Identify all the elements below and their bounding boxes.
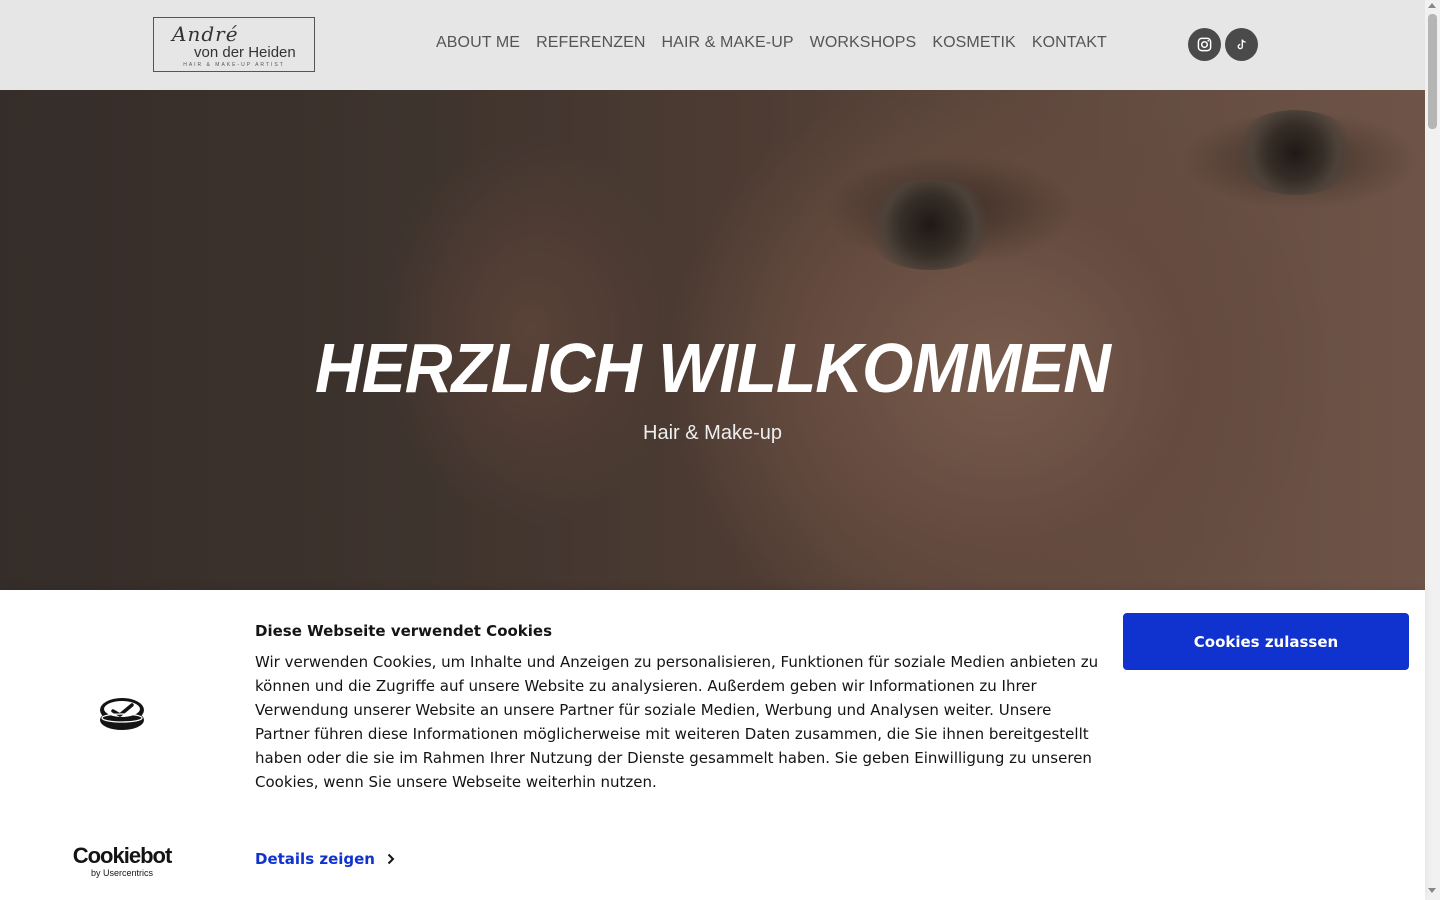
nav-item-kosmetik[interactable]: KOSMETIK xyxy=(932,34,1015,52)
cookiebot-brand-sub: by Usercentrics xyxy=(90,868,153,878)
scroll-down-arrow-icon[interactable] xyxy=(1428,888,1436,893)
nav-item-kontakt[interactable]: KONTAKT xyxy=(1032,34,1107,52)
details-label: Details zeigen xyxy=(255,850,375,868)
page-scrollbar[interactable] xyxy=(1425,0,1440,900)
cookiebot-brand: Cookiebot by Usercentrics xyxy=(70,843,174,879)
tiktok-link[interactable] xyxy=(1225,28,1258,61)
scroll-thumb[interactable] xyxy=(1428,14,1437,129)
nav-item-hair-makeup[interactable]: HAIR & MAKE-UP xyxy=(662,34,794,52)
cookiebot-brand-name: Cookiebot xyxy=(72,843,173,868)
logo-script-text: André xyxy=(172,22,239,46)
allow-cookies-button[interactable]: Cookies zulassen xyxy=(1123,613,1409,670)
instagram-link[interactable] xyxy=(1188,28,1221,61)
logo-tagline: HAIR & MAKE-UP ARTIST xyxy=(183,62,285,68)
site-header: André von der Heiden HAIR & MAKE-UP ARTI… xyxy=(0,0,1425,90)
cookie-text: Wir verwenden Cookies, um Inhalte und An… xyxy=(255,653,1099,791)
nav-item-workshops[interactable]: WORKSHOPS xyxy=(810,34,917,52)
instagram-icon xyxy=(1197,37,1212,52)
nav-item-referenzen[interactable]: REFERENZEN xyxy=(536,34,645,52)
details-toggle[interactable]: Details zeigen xyxy=(255,850,395,868)
scroll-up-arrow-icon[interactable] xyxy=(1428,3,1436,8)
hero-section: HERZLICH WILLKOMMEN Hair & Make-up xyxy=(0,90,1425,590)
site-logo[interactable]: André von der Heiden HAIR & MAKE-UP ARTI… xyxy=(153,17,315,72)
logo-name-text: von der Heiden xyxy=(194,44,296,61)
hero-title: HERZLICH WILLKOMMEN xyxy=(315,329,1111,407)
cookiebot-logo-icon xyxy=(100,698,144,730)
nav-item-about-me[interactable]: ABOUT ME xyxy=(436,34,520,52)
main-nav: ABOUT ME REFERENZEN HAIR & MAKE-UP WORKS… xyxy=(436,34,1107,52)
cookie-title: Diese Webseite verwendet Cookies xyxy=(255,622,553,640)
chevron-right-icon xyxy=(387,853,395,865)
cookie-banner: Cookiebot by Usercentrics Diese Webseite… xyxy=(0,590,1425,900)
tiktok-icon xyxy=(1237,39,1246,50)
hero-subtitle: Hair & Make-up xyxy=(643,422,782,444)
